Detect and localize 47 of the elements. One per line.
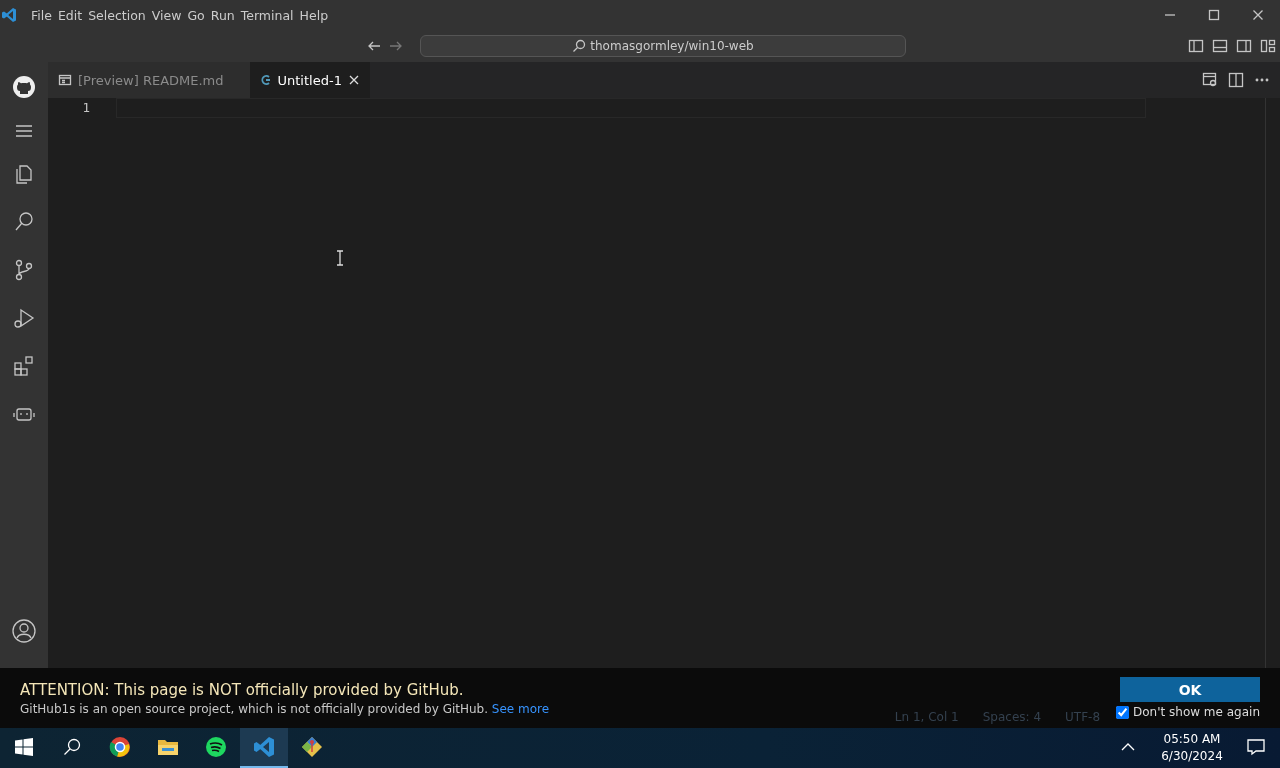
sidebar-layout-icon[interactable] bbox=[1188, 38, 1204, 54]
close-icon[interactable] bbox=[347, 74, 360, 86]
git-app-icon bbox=[300, 735, 324, 759]
menu-item[interactable]: Selection bbox=[85, 7, 149, 23]
notifications-icon[interactable] bbox=[1246, 737, 1266, 757]
text-cursor-icon bbox=[336, 250, 344, 266]
github-icon[interactable] bbox=[11, 74, 37, 100]
vscode-logo-icon bbox=[0, 6, 18, 24]
checkbox-label: Don't show me again bbox=[1133, 705, 1260, 719]
account-icon[interactable] bbox=[11, 618, 37, 644]
editor-tab[interactable]: Untitled-1 bbox=[249, 62, 370, 98]
banner-message: GitHub1s is an open source project, which is not officially provided by GitHub. See more bbox=[20, 701, 551, 716]
menu-item[interactable]: Edit bbox=[54, 7, 86, 23]
ok-button[interactable]: OK bbox=[1120, 677, 1260, 702]
extensions-icon[interactable] bbox=[12, 354, 36, 378]
menu-item[interactable]: Help bbox=[296, 7, 332, 23]
see-more-link[interactable]: See more bbox=[491, 701, 550, 716]
customize-layout-icon[interactable] bbox=[1260, 38, 1276, 54]
split-editor-icon[interactable] bbox=[1228, 72, 1244, 88]
folder-icon bbox=[157, 737, 179, 757]
menu-item[interactable]: Go bbox=[184, 7, 208, 23]
banner-title: ATTENTION: This page is NOT officially provided by GitHub. bbox=[20, 680, 465, 699]
search-icon bbox=[63, 738, 81, 756]
menu-item[interactable]: Run bbox=[207, 7, 238, 23]
clock[interactable]: 05:50 AM 6/30/2024 bbox=[1152, 728, 1232, 768]
open-preview-icon[interactable] bbox=[1202, 72, 1218, 88]
chevron-up-icon[interactable] bbox=[1121, 742, 1135, 752]
line-number: 1 bbox=[81, 100, 90, 115]
search-icon bbox=[572, 39, 587, 53]
file-type-icon bbox=[259, 74, 272, 86]
search-field[interactable]: thomasgormley/win10-web bbox=[420, 35, 906, 57]
run-debug-icon[interactable] bbox=[12, 306, 36, 330]
preview-icon bbox=[58, 73, 72, 87]
panel-layout-icon[interactable] bbox=[1212, 38, 1228, 54]
menu-item[interactable]: File bbox=[28, 7, 55, 23]
maximize-icon bbox=[1208, 9, 1220, 21]
checkbox[interactable] bbox=[1116, 705, 1129, 719]
vscode-icon bbox=[252, 735, 276, 759]
chrome-icon bbox=[109, 736, 131, 758]
editor-tab[interactable]: [Preview] README.md bbox=[48, 62, 250, 98]
secondary-sidebar-icon[interactable] bbox=[1236, 38, 1252, 54]
close-icon bbox=[1252, 9, 1264, 21]
music-app-icon bbox=[205, 736, 227, 758]
menu-item[interactable]: Terminal bbox=[237, 7, 297, 23]
menu-item[interactable]: View bbox=[148, 7, 185, 23]
windows-icon bbox=[15, 738, 33, 756]
taskbar-app[interactable] bbox=[240, 728, 288, 768]
